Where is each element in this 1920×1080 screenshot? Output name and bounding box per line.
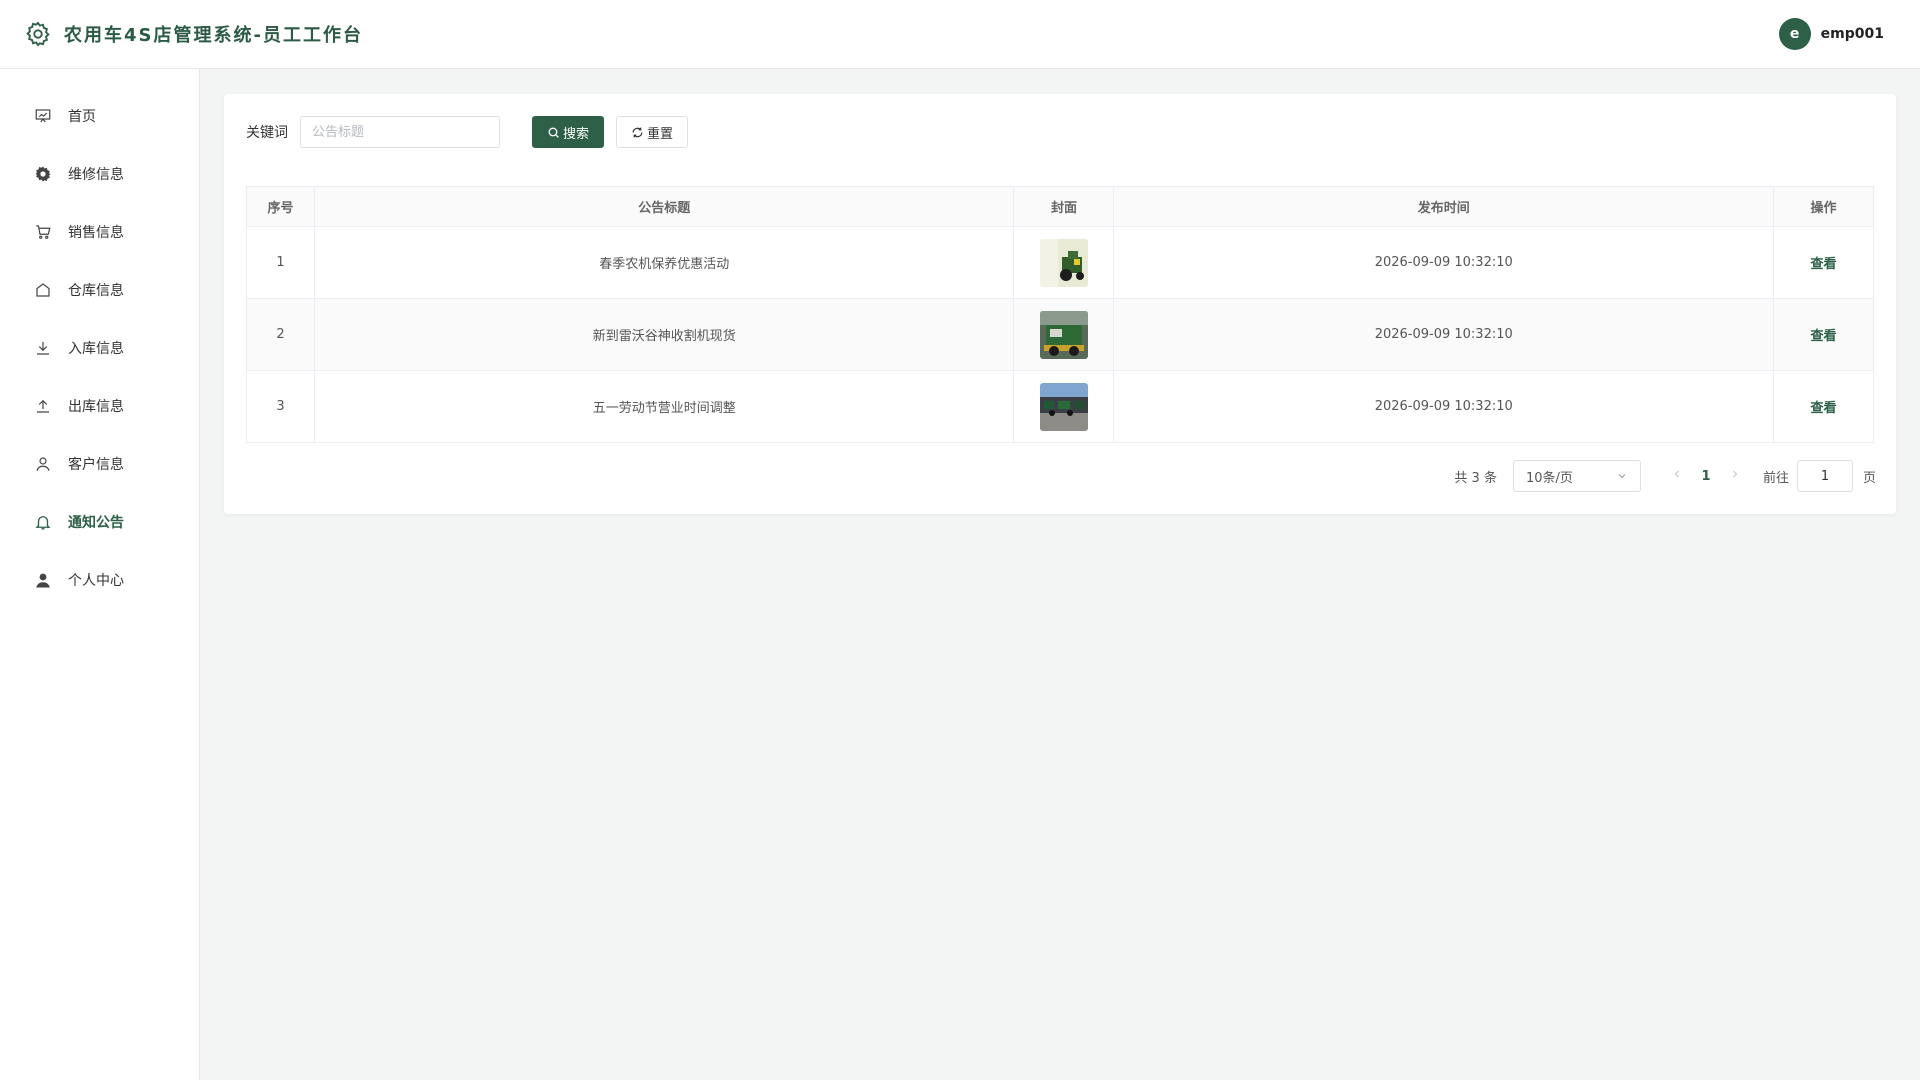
- row-index: 1: [246, 226, 315, 299]
- cover-image[interactable]: [1039, 310, 1088, 359]
- pagination: 共 3 条 10条/页 1 前往 页: [1454, 460, 1876, 492]
- reset-button-label: 重置: [647, 126, 674, 142]
- sidebar-item-repair[interactable]: 维修信息: [0, 145, 199, 203]
- chevron-left-icon: [1674, 470, 1679, 478]
- cover-image[interactable]: [1039, 382, 1088, 431]
- row-cover-cell: [1013, 298, 1115, 371]
- sidebar-item-sales[interactable]: 销售信息: [0, 203, 199, 261]
- goto-suffix: 页: [1862, 470, 1876, 486]
- sidebar-item-profile[interactable]: 个人中心: [0, 551, 199, 609]
- table-row: 1 春季农机保养优惠活动 2026-09-09 10:32:10 查看: [246, 226, 1874, 299]
- row-cover-cell: [1013, 226, 1115, 299]
- column-header-time: 发布时间: [1113, 186, 1775, 227]
- search-input[interactable]: [300, 116, 500, 148]
- table-row: 3 五一劳动节营业时间调整 2026-09-09 10:32:10 查看: [246, 370, 1874, 443]
- row-index: 2: [246, 298, 315, 371]
- sidebar-item-label: 销售信息: [68, 225, 124, 241]
- row-index: 3: [246, 370, 315, 443]
- sidebar-item-stock-out[interactable]: 出库信息: [0, 377, 199, 435]
- chevron-down-icon: [1618, 474, 1626, 479]
- house-icon: [34, 281, 52, 299]
- column-header-index: 序号: [246, 186, 315, 227]
- app-title: 农用车4S店管理系统-员工工作台: [64, 25, 363, 46]
- sidebar: 首页 维修信息 销售信息 仓库信息 入库信息 出库信息 客户信息 通知公告 个人…: [0, 69, 200, 1080]
- sidebar-item-label: 仓库信息: [68, 283, 124, 299]
- sidebar-item-label: 个人中心: [68, 573, 124, 589]
- row-action-cell: 查看: [1773, 226, 1874, 299]
- row-cover-cell: [1013, 370, 1115, 443]
- row-time: 2026-09-09 10:32:10: [1113, 226, 1775, 299]
- gear-icon: [26, 21, 50, 47]
- row-action-cell: 查看: [1773, 298, 1874, 371]
- pagination-total: 共 3 条: [1454, 470, 1497, 486]
- gear-icon: [34, 165, 52, 183]
- top-header: 农用车4S店管理系统-员工工作台 e emp001: [0, 0, 1920, 69]
- table-header-row: 序号 公告标题 封面 发布时间 操作: [246, 186, 1874, 227]
- avatar[interactable]: e: [1778, 18, 1811, 50]
- chevron-right-icon: [1733, 470, 1738, 478]
- sidebar-item-label: 入库信息: [68, 341, 124, 357]
- sidebar-item-label: 维修信息: [68, 167, 124, 183]
- user-menu[interactable]: e emp001: [1778, 18, 1884, 50]
- column-header-title: 公告标题: [313, 186, 1015, 227]
- sidebar-item-stock-in[interactable]: 入库信息: [0, 319, 199, 377]
- search-bar: 关键词 搜索 重置: [246, 116, 689, 148]
- sidebar-item-notice[interactable]: 通知公告: [0, 493, 199, 551]
- notice-table: 序号 公告标题 封面 发布时间 操作 1 春季农机保养优惠活动 2026-09-…: [246, 186, 1874, 443]
- row-title: 新到雷沃谷神收割机现货: [313, 298, 1015, 371]
- notice-list-card: 关键词 搜索 重置 序号 公告标题 封面 发布时间 操作 1 春季: [224, 94, 1896, 514]
- sidebar-item-label: 通知公告: [68, 515, 124, 531]
- search-label: 关键词: [246, 125, 288, 141]
- view-link[interactable]: 查看: [1811, 257, 1837, 272]
- reset-button[interactable]: 重置: [616, 116, 689, 148]
- row-time: 2026-09-09 10:32:10: [1113, 370, 1775, 443]
- search-button-label: 搜索: [563, 126, 590, 142]
- search-button[interactable]: 搜索: [532, 116, 605, 148]
- cart-icon: [34, 223, 52, 241]
- page-size-value: 10条/页: [1525, 470, 1573, 486]
- cover-image[interactable]: [1039, 238, 1088, 287]
- bell-icon: [34, 513, 52, 531]
- row-action-cell: 查看: [1773, 370, 1874, 443]
- page-size-select[interactable]: 10条/页: [1512, 460, 1641, 492]
- view-link[interactable]: 查看: [1811, 401, 1837, 416]
- dashboard-icon: [34, 107, 52, 125]
- goto-page-input[interactable]: [1796, 460, 1853, 492]
- sidebar-item-label: 客户信息: [68, 457, 124, 473]
- table-row: 2 新到雷沃谷神收割机现货 2026-09-09 10:32:10 查看: [246, 298, 1874, 371]
- column-header-cover: 封面: [1013, 186, 1115, 227]
- sidebar-item-home[interactable]: 首页: [0, 87, 199, 145]
- next-page-button[interactable]: [1721, 468, 1749, 484]
- user-filled-icon: [34, 571, 52, 589]
- download-icon: [34, 339, 52, 357]
- view-link[interactable]: 查看: [1811, 329, 1837, 344]
- sidebar-item-label: 首页: [68, 109, 96, 125]
- user-icon: [34, 455, 52, 473]
- prev-page-button[interactable]: [1663, 468, 1691, 484]
- goto-label: 前往: [1762, 470, 1789, 486]
- upload-icon: [34, 397, 52, 415]
- sidebar-item-warehouse[interactable]: 仓库信息: [0, 261, 199, 319]
- sidebar-item-label: 出库信息: [68, 399, 124, 415]
- column-header-action: 操作: [1773, 186, 1874, 227]
- row-title: 春季农机保养优惠活动: [313, 226, 1015, 299]
- refresh-icon: [632, 127, 643, 137]
- search-icon: [548, 127, 559, 138]
- page-number-current[interactable]: 1: [1691, 469, 1721, 484]
- row-title: 五一劳动节营业时间调整: [313, 370, 1015, 443]
- row-time: 2026-09-09 10:32:10: [1113, 298, 1775, 371]
- username[interactable]: emp001: [1821, 26, 1884, 42]
- sidebar-item-customer[interactable]: 客户信息: [0, 435, 199, 493]
